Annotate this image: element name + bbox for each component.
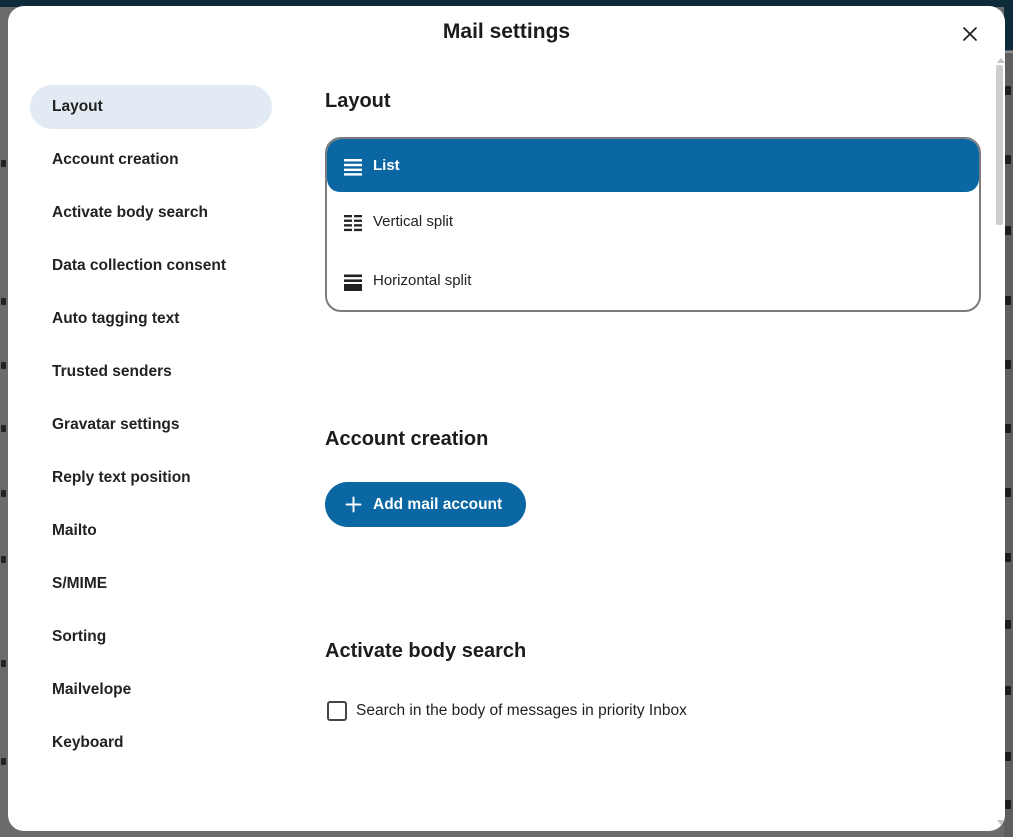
screen: Mail settings Layout Account creation Ac… [0, 0, 1013, 837]
backdrop-artifact [1, 660, 6, 667]
sidebar-item-label: Auto tagging text [52, 310, 179, 328]
sidebar-item-data-collection-consent[interactable]: Data collection consent [30, 244, 272, 288]
backdrop-artifact [1, 425, 6, 432]
backdrop-artifact [1, 556, 6, 563]
layout-option-group: List Vertical split [325, 137, 981, 312]
layout-section-heading: Layout [325, 90, 391, 113]
backdrop-artifact [1, 362, 6, 369]
backdrop-artifact [1005, 488, 1011, 497]
body-search-section-heading: Activate body search [325, 640, 526, 663]
sidebar-item-mailto[interactable]: Mailto [30, 509, 272, 553]
scrollbar-up-arrow[interactable] [997, 58, 1005, 63]
backdrop-artifact [1, 490, 6, 497]
layout-option-vertical-split[interactable]: Vertical split [327, 192, 979, 251]
backdrop-artifact [1005, 686, 1011, 695]
plus-icon [345, 496, 362, 513]
horizontal-split-icon [343, 271, 363, 291]
sidebar-item-label: Mailto [52, 522, 97, 540]
sidebar-item-sorting[interactable]: Sorting [30, 615, 272, 659]
backdrop-artifact [1005, 155, 1011, 164]
layout-option-list[interactable]: List [327, 139, 979, 192]
backdrop-divider [1004, 51, 1013, 53]
layout-option-label: Horizontal split [373, 272, 471, 289]
backdrop-artifact [1005, 620, 1011, 629]
sidebar-item-label: Mailvelope [52, 681, 131, 699]
sidebar-item-label: Gravatar settings [52, 416, 180, 434]
sidebar-item-mailvelope[interactable]: Mailvelope [30, 668, 272, 712]
body-search-checkbox[interactable] [327, 701, 347, 721]
sidebar-item-label: S/MIME [52, 575, 107, 593]
sidebar-item-keyboard[interactable]: Keyboard [30, 721, 272, 765]
backdrop-artifact [1005, 424, 1011, 433]
account-creation-section-heading: Account creation [325, 428, 488, 451]
backdrop-artifact [1005, 800, 1011, 809]
sidebar-item-reply-text-position[interactable]: Reply text position [30, 456, 272, 500]
close-icon [961, 25, 979, 43]
backdrop-artifact [1005, 752, 1011, 761]
backdrop-artifact [1005, 360, 1011, 369]
backdrop-artifact [1005, 226, 1011, 235]
sidebar-item-label: Keyboard [52, 734, 124, 752]
sidebar-item-label: Account creation [52, 151, 179, 169]
layout-option-horizontal-split[interactable]: Horizontal split [327, 251, 979, 310]
sidebar-item-auto-tagging-text[interactable]: Auto tagging text [30, 297, 272, 341]
sidebar-item-label: Layout [52, 98, 103, 116]
body-search-checkbox-row[interactable]: Search in the body of messages in priori… [327, 701, 687, 721]
sidebar-item-layout[interactable]: Layout [30, 85, 272, 129]
vertical-split-icon [343, 212, 363, 232]
sidebar-item-label: Trusted senders [52, 363, 172, 381]
backdrop-artifact [1, 298, 6, 305]
backdrop-artifact [1005, 296, 1011, 305]
sidebar-item-activate-body-search[interactable]: Activate body search [30, 191, 272, 235]
add-mail-account-button[interactable]: Add mail account [325, 482, 526, 527]
layout-option-label: Vertical split [373, 213, 453, 230]
backdrop-artifact [1, 160, 6, 167]
backdrop-header-fragment [1004, 0, 1013, 50]
sidebar-item-gravatar-settings[interactable]: Gravatar settings [30, 403, 272, 447]
sidebar-item-smime[interactable]: S/MIME [30, 562, 272, 606]
body-search-checkbox-label: Search in the body of messages in priori… [356, 702, 687, 720]
layout-option-label: List [373, 157, 400, 174]
mail-settings-dialog: Mail settings Layout Account creation Ac… [8, 6, 1005, 831]
list-icon [343, 156, 363, 176]
sidebar-item-trusted-senders[interactable]: Trusted senders [30, 350, 272, 394]
backdrop-right-strip [1004, 0, 1013, 837]
backdrop-artifact [1, 758, 6, 765]
sidebar-item-label: Data collection consent [52, 257, 226, 275]
sidebar-item-label: Reply text position [52, 469, 191, 487]
scrollbar-thumb[interactable] [996, 65, 1003, 225]
sidebar-item-label: Activate body search [52, 204, 208, 222]
settings-sidebar: Layout Account creation Activate body se… [30, 85, 272, 765]
add-mail-account-label: Add mail account [373, 496, 502, 514]
sidebar-item-label: Sorting [52, 628, 106, 646]
backdrop-artifact [1005, 553, 1011, 562]
sidebar-item-account-creation[interactable]: Account creation [30, 138, 272, 182]
close-button[interactable] [953, 17, 987, 51]
scrollbar-down-arrow[interactable] [997, 820, 1005, 825]
dialog-title: Mail settings [8, 20, 1005, 44]
backdrop-artifact [1005, 86, 1011, 95]
